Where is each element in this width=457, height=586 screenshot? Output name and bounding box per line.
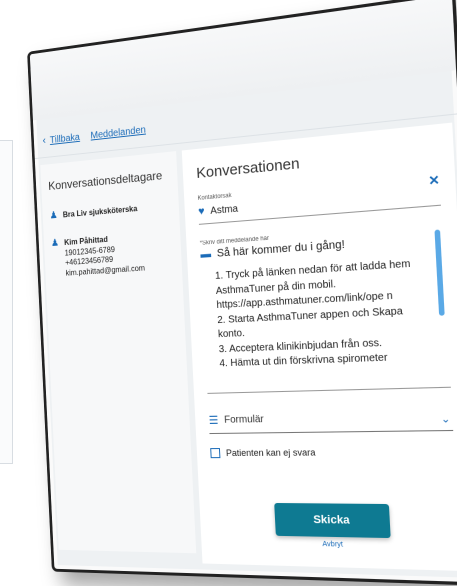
participants-panel: Konversationsdeltagare ♟ Bra Liv sjukskö… [40, 151, 197, 554]
cannot-reply-label: Patienten kan ej svara [225, 447, 316, 459]
person-icon: ♟ [49, 210, 58, 222]
send-button[interactable]: Skicka [274, 502, 391, 539]
conversation-panel: Konversationen Kontaktorsak ♥ Astma ✕ *S… [181, 122, 457, 572]
message-body: 1. Tryck på länken nedan för att ladda h… [214, 258, 411, 370]
chevron-down-icon: ⌄ [440, 413, 451, 426]
cancel-link[interactable]: Avbryt [201, 538, 457, 551]
form-select[interactable]: ☰ Formulär ⌄ [208, 405, 454, 435]
back-label: Tillbaka [49, 132, 81, 146]
contact-reason-value: Astma [210, 203, 239, 217]
clear-icon[interactable]: ✕ [428, 172, 440, 188]
participant-name: Bra Liv sjuksköterska [62, 204, 138, 220]
participant-item: ♟ Bra Liv sjuksköterska [49, 201, 172, 222]
participants-title: Konversationsdeltagare [47, 168, 163, 193]
conversation-title: Konversationen [195, 154, 301, 182]
messages-link[interactable]: Meddelanden [90, 124, 146, 141]
chat-icon: ▬ [200, 248, 212, 261]
cannot-reply-option[interactable]: Patienten kan ej svara [210, 446, 454, 459]
message-textarea[interactable]: *Skriv ditt meddelande här ▬ Så här komm… [199, 222, 451, 394]
list-icon: ☰ [208, 414, 219, 428]
chevron-left-icon: ‹ [42, 135, 47, 147]
form-select-label: Formulär [223, 413, 265, 426]
cannot-reply-checkbox[interactable] [210, 448, 221, 459]
person-icon: ♟ [50, 237, 60, 249]
heart-icon: ♥ [197, 205, 205, 218]
participant-item: ♟ Kim Påhittad 19012345-6789 +4612345678… [51, 230, 175, 281]
background-panel [0, 140, 13, 464]
app-screen: ‹ Tillbaka Meddelanden Konversationsdelt… [27, 0, 457, 586]
tablet-device: ‹ Tillbaka Meddelanden Konversationsdelt… [27, 0, 457, 586]
back-link[interactable]: ‹ Tillbaka [42, 131, 80, 147]
actions: Skicka Avbryt [199, 502, 457, 551]
